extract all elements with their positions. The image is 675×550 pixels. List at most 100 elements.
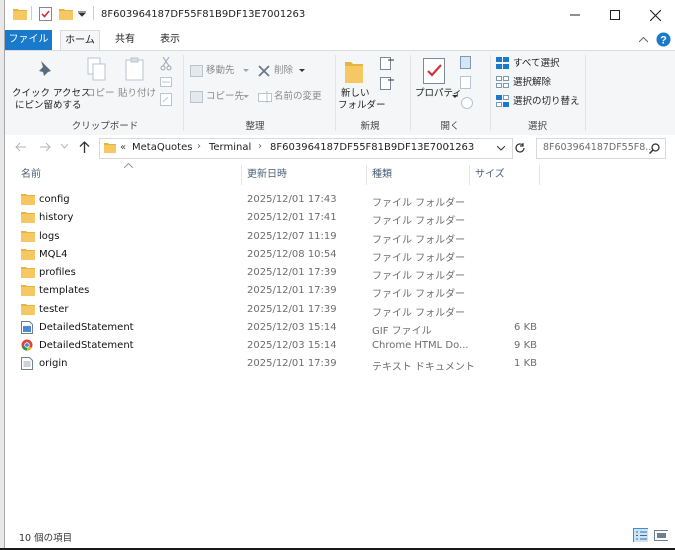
up-arrow-icon[interactable] xyxy=(79,141,90,153)
paste-shortcut-icon[interactable] xyxy=(160,93,172,106)
list-item[interactable]: DetailedStatement 2025/12/03 15:14 Chrom… xyxy=(19,337,539,355)
breadcrumb-separator: › xyxy=(197,141,201,152)
quick-access-label-2[interactable]: にピン留めする xyxy=(15,100,82,112)
address-dropdown-icon[interactable] xyxy=(497,146,505,151)
folder-icon xyxy=(21,212,35,223)
copy-to-button[interactable]: コピー先 xyxy=(206,91,244,103)
rename-button[interactable]: 名前の変更 xyxy=(274,91,322,103)
column-header-type[interactable]: 種類 xyxy=(372,164,392,186)
properties-check-icon[interactable] xyxy=(39,7,52,21)
tab-file[interactable]: ファイル xyxy=(5,30,52,50)
column-divider[interactable] xyxy=(241,165,242,185)
folder-icon xyxy=(21,285,35,296)
file-size: 1 KB xyxy=(514,358,537,369)
new-folder-icon xyxy=(345,62,363,83)
quick-access-dropdown-icon[interactable] xyxy=(78,11,86,17)
quick-access-label-1[interactable]: クイック アクセス xyxy=(12,88,91,100)
chrome-html-icon xyxy=(21,339,33,351)
minimize-button[interactable] xyxy=(555,0,595,30)
column-divider[interactable] xyxy=(469,165,470,185)
file-size: 6 KB xyxy=(514,322,537,333)
list-item[interactable]: MQL4 2025/12/08 10:54 ファイル フォルダー xyxy=(19,246,539,264)
breadcrumb-terminal[interactable]: Terminal xyxy=(209,142,251,153)
collapse-ribbon-icon[interactable] xyxy=(639,37,648,43)
file-date: 2025/12/08 10:54 xyxy=(247,249,337,260)
paste-button[interactable]: 貼り付け xyxy=(118,88,156,100)
folder-icon xyxy=(21,194,35,205)
tab-share[interactable]: 共有 xyxy=(110,30,140,50)
open-icon[interactable] xyxy=(460,56,474,69)
breadcrumb-current[interactable]: 8F603964187DF55F81B9DF13E7001263 xyxy=(270,142,474,153)
file-date: 2025/12/01 17:39 xyxy=(247,267,337,278)
new-item-icon[interactable] xyxy=(380,57,394,70)
refresh-icon[interactable] xyxy=(514,142,526,154)
clipboard-group-label: クリップボード xyxy=(71,121,139,132)
column-divider[interactable] xyxy=(539,165,540,185)
recent-locations-icon[interactable] xyxy=(61,144,68,149)
delete-button[interactable]: 削除 xyxy=(274,65,293,77)
history-icon[interactable] xyxy=(460,96,474,109)
list-item[interactable]: history 2025/12/01 17:41 ファイル フォルダー xyxy=(19,209,539,227)
list-item[interactable]: tester 2025/12/01 17:39 ファイル フォルダー xyxy=(19,301,539,319)
details-view-icon[interactable] xyxy=(633,528,648,542)
item-count: 10 個の項目 xyxy=(19,533,73,544)
list-item[interactable]: config 2025/12/01 17:43 ファイル フォルダー xyxy=(19,191,539,209)
folder-icon xyxy=(104,143,116,153)
copy-button[interactable]: コピー xyxy=(86,88,115,100)
copy-icon xyxy=(87,57,106,81)
folder-icon xyxy=(21,249,35,260)
new-folder-icon[interactable] xyxy=(59,7,73,20)
invert-selection-button[interactable]: 選択の切り替え xyxy=(513,96,580,108)
maximize-button[interactable] xyxy=(595,0,635,30)
edit-icon[interactable] xyxy=(460,76,474,89)
delete-icon xyxy=(258,65,270,77)
move-to-dropdown-icon[interactable] xyxy=(243,69,249,73)
group-separator xyxy=(183,55,184,131)
move-to-button[interactable]: 移動先 xyxy=(206,65,235,77)
file-type: ファイル フォルダー xyxy=(372,289,466,300)
paste-icon xyxy=(125,57,144,81)
move-to-icon xyxy=(190,65,203,77)
cut-icon[interactable] xyxy=(160,57,172,71)
forward-icon[interactable] xyxy=(39,142,51,152)
list-item[interactable]: logs 2025/12/07 11:19 ファイル フォルダー xyxy=(19,228,539,246)
new-folder-label-1[interactable]: 新しい xyxy=(341,88,370,100)
file-date: 2025/12/07 11:19 xyxy=(247,231,337,242)
back-icon[interactable] xyxy=(15,142,27,152)
overflow-chevron[interactable]: « xyxy=(120,142,126,153)
tab-view[interactable]: 表示 xyxy=(155,30,185,50)
select-none-button[interactable]: 選択解除 xyxy=(513,77,551,89)
file-type: テキスト ドキュメント xyxy=(372,362,475,373)
properties-dropdown-icon[interactable] xyxy=(452,95,458,99)
help-icon[interactable]: ? xyxy=(656,32,671,47)
delete-dropdown-icon[interactable] xyxy=(299,69,305,73)
search-box[interactable]: 8F603964187DF55F8... xyxy=(536,138,666,159)
file-size: 9 KB xyxy=(514,340,537,351)
list-item[interactable]: origin 2025/12/01 17:39 テキスト ドキュメント 1 KB xyxy=(19,355,539,373)
new-folder-label-2[interactable]: フォルダー xyxy=(338,100,386,112)
column-header-date[interactable]: 更新日時 xyxy=(247,164,287,186)
close-button[interactable] xyxy=(635,0,675,30)
breadcrumb-metaquotes[interactable]: MetaQuotes xyxy=(132,142,192,153)
address-box[interactable]: « MetaQuotes › Terminal › 8F603964187DF5… xyxy=(99,138,513,159)
list-item[interactable]: DetailedStatement 2025/12/03 15:14 GIF フ… xyxy=(19,319,539,337)
properties-icon xyxy=(423,58,445,84)
file-date: 2025/12/03 15:14 xyxy=(247,340,337,351)
tab-home[interactable]: ホーム xyxy=(60,30,100,51)
file-name: tester xyxy=(39,304,69,315)
file-name: profiles xyxy=(39,267,76,278)
search-icon[interactable] xyxy=(649,143,660,154)
column-divider[interactable] xyxy=(366,165,367,185)
file-date: 2025/12/01 17:41 xyxy=(247,212,337,223)
easy-access-icon[interactable] xyxy=(380,77,394,90)
column-header-name[interactable]: 名前 xyxy=(21,164,41,186)
list-item[interactable]: templates 2025/12/01 17:39 ファイル フォルダー xyxy=(19,282,539,300)
large-icons-view-icon[interactable] xyxy=(653,528,668,542)
copy-to-dropdown-icon[interactable] xyxy=(243,95,249,99)
copy-path-icon[interactable] xyxy=(160,77,172,87)
file-date: 2025/12/01 17:39 xyxy=(247,285,337,296)
select-all-button[interactable]: すべて選択 xyxy=(513,58,559,70)
list-item[interactable]: profiles 2025/12/01 17:39 ファイル フォルダー xyxy=(19,264,539,282)
file-name: DetailedStatement xyxy=(39,322,134,333)
column-header-size[interactable]: サイズ xyxy=(475,164,505,186)
